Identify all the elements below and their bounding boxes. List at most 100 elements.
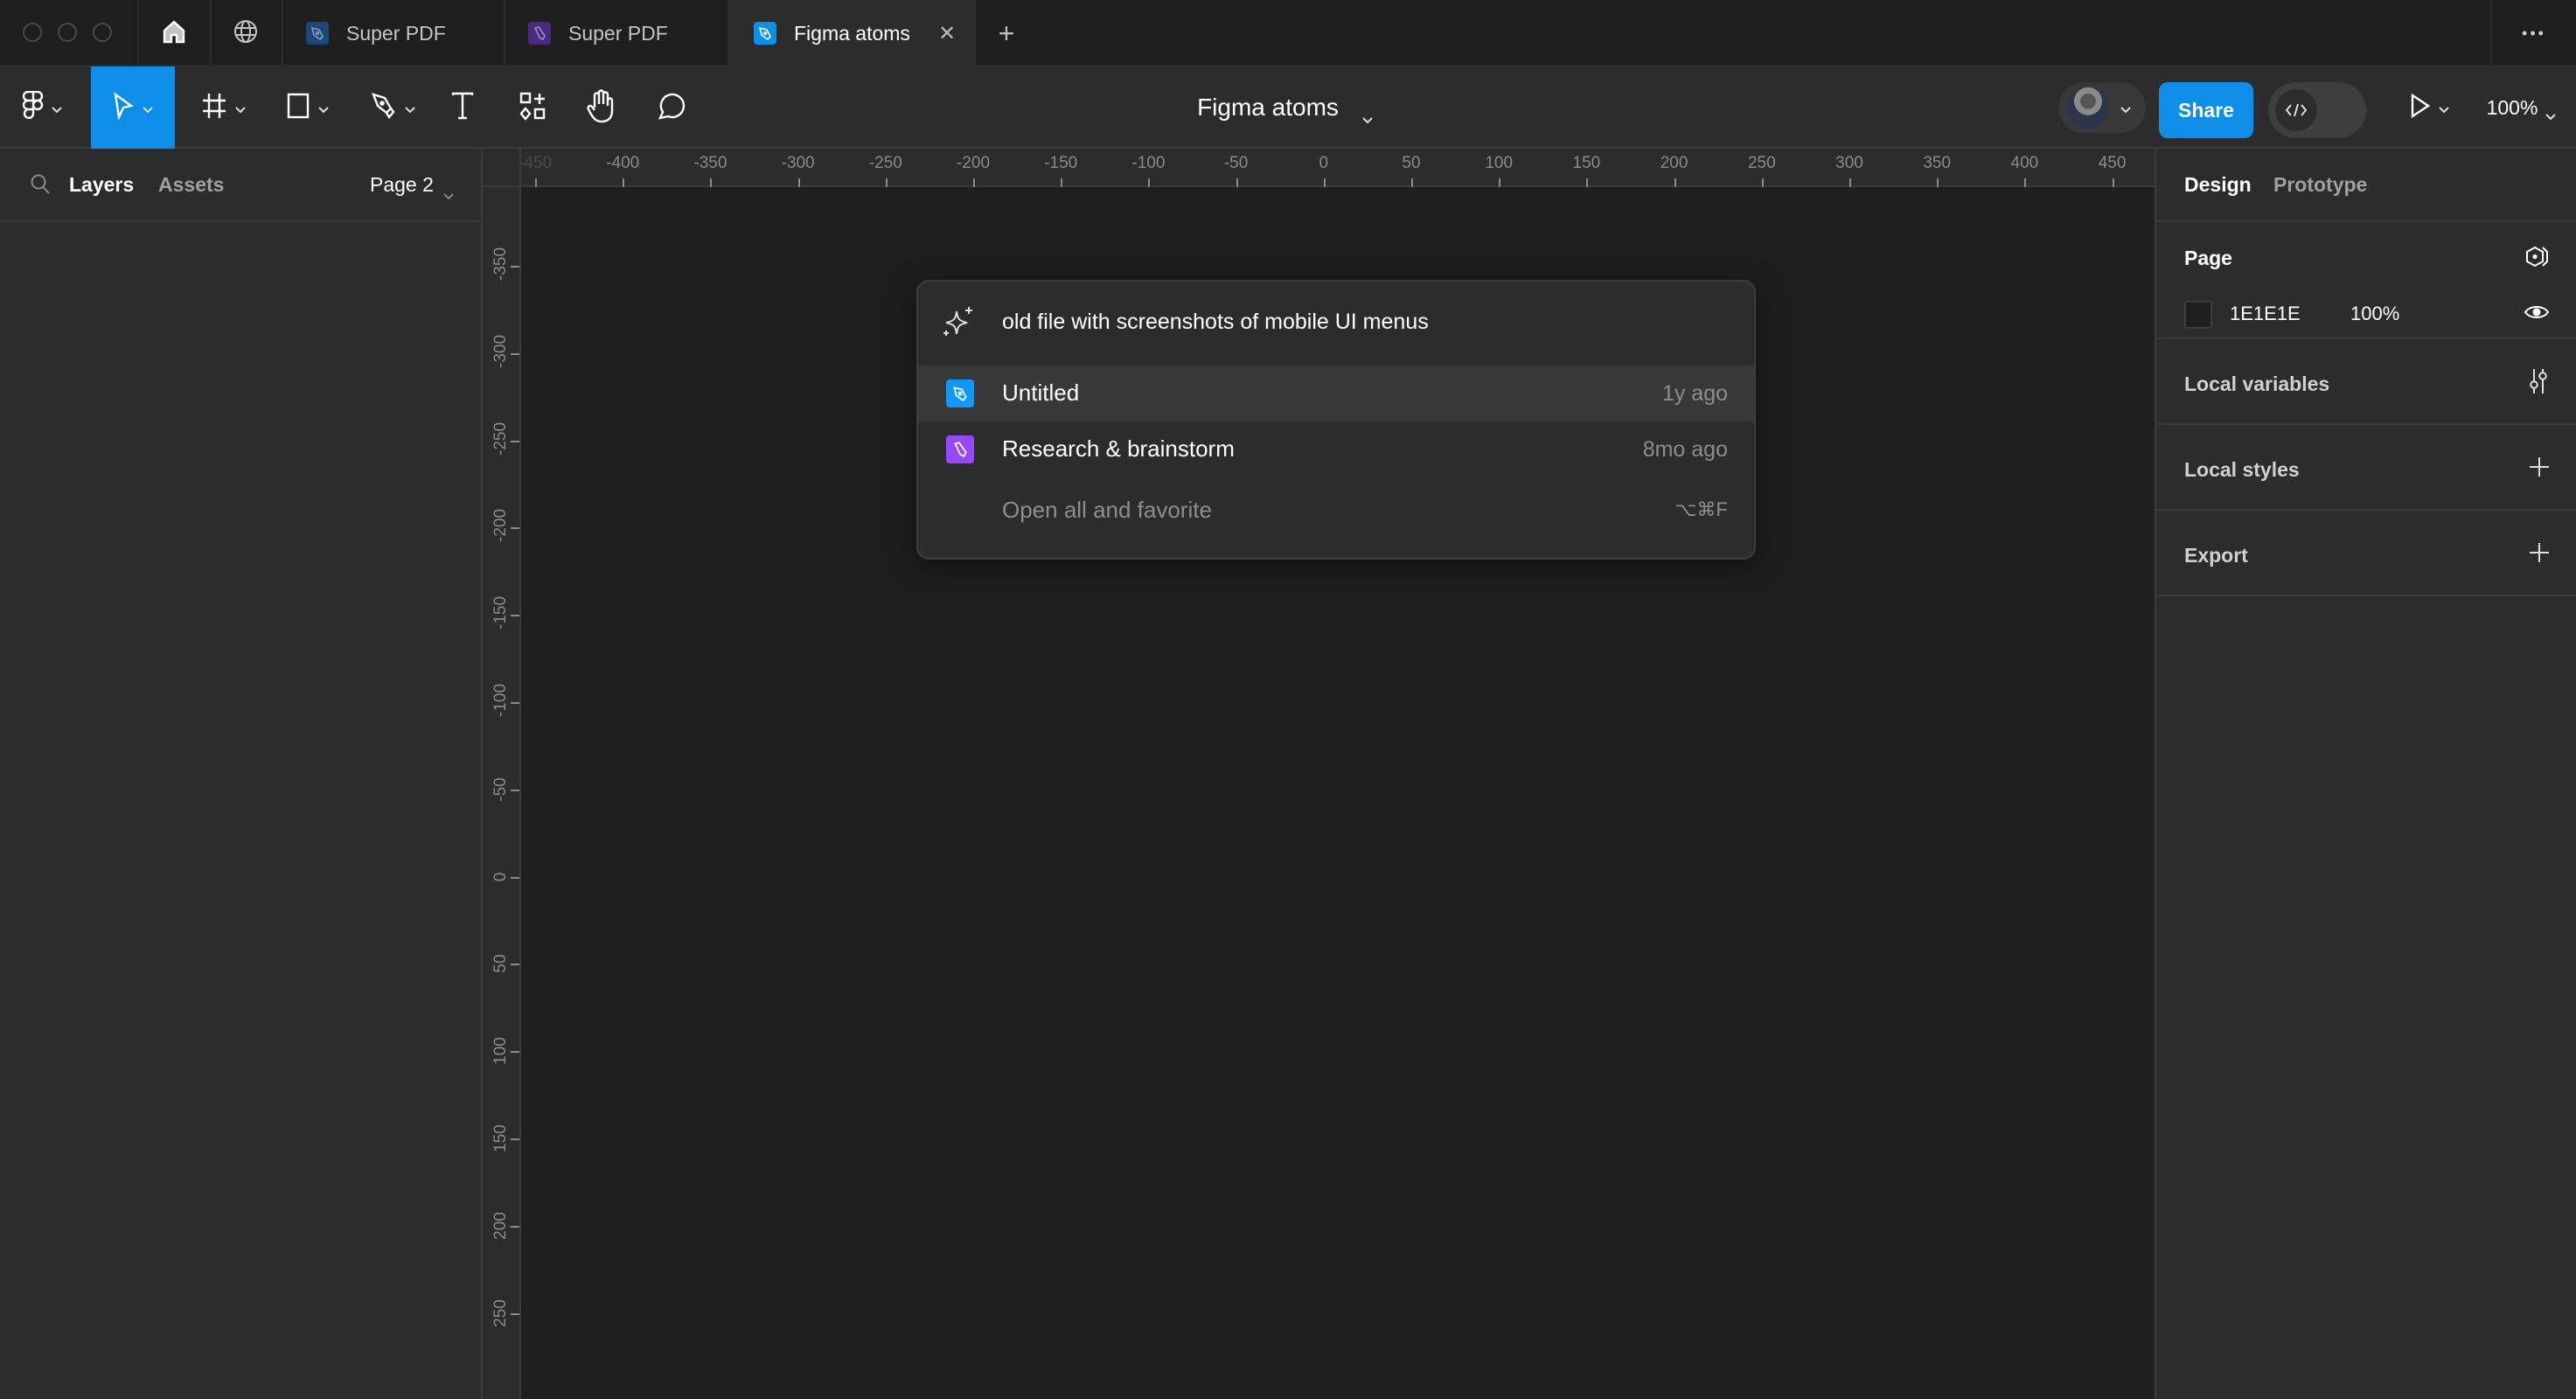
- window-maximize-button[interactable]: [93, 23, 112, 42]
- ruler-tick: [511, 352, 519, 355]
- ruler-tick: [511, 440, 519, 442]
- page-selector[interactable]: Page 2: [370, 173, 455, 199]
- search-result-untitled[interactable]: Untitled 1y ago: [918, 365, 1754, 421]
- ruler-tick: [511, 1138, 519, 1140]
- tab-prototype[interactable]: Prototype: [2273, 173, 2367, 197]
- tab-super-pdf-1[interactable]: Super PDF: [283, 0, 504, 66]
- ruler-tick: [1236, 178, 1238, 187]
- ruler-tick-label: -250: [868, 154, 902, 172]
- resources-button[interactable]: [511, 66, 554, 149]
- zoom-level: 100%: [2486, 95, 2538, 119]
- ruler-tick-label: -300: [781, 154, 815, 172]
- rectangle-icon: [286, 92, 310, 124]
- ruler-tick: [885, 178, 888, 187]
- toolbar: Figma atoms Share 100%: [0, 66, 2576, 149]
- figma-logo-icon: [22, 90, 44, 125]
- text-tool-button[interactable]: [441, 66, 484, 149]
- text-icon: [450, 91, 475, 125]
- move-tool-button[interactable]: [91, 66, 175, 149]
- avatar: [2067, 87, 2109, 129]
- variables-icon[interactable]: [2527, 367, 2550, 400]
- ruler-tick: [511, 1051, 519, 1054]
- chevron-down-icon: [2438, 103, 2450, 114]
- page-settings-icon[interactable]: [2524, 245, 2550, 274]
- hand-tool-button[interactable]: [577, 66, 624, 149]
- horizontal-ruler: -450 -400 -350 -300 -250 -200 -150 -100 -50 0 50 10…: [483, 149, 2155, 187]
- search-result-research-brainstorm[interactable]: Research & brainstorm 8mo ago: [918, 421, 1754, 477]
- page-selector-label: Page 2: [370, 173, 434, 196]
- pen-icon: [371, 92, 397, 124]
- play-icon: [2410, 93, 2431, 123]
- result-title: Untitled: [1002, 379, 1080, 406]
- page-section-title: Page: [2184, 247, 2232, 269]
- figjam-file-icon: [528, 22, 551, 45]
- action-label: Open all and favorite: [1002, 497, 1212, 523]
- ruler-tick: [511, 1225, 519, 1228]
- chevron-down-icon: [234, 103, 247, 114]
- ruler-tick: [1323, 178, 1326, 187]
- zoom-menu[interactable]: 100%: [2478, 66, 2566, 149]
- frame-tool-button[interactable]: [189, 66, 259, 149]
- plus-icon[interactable]: [2529, 542, 2550, 567]
- more-options-button[interactable]: •••: [2492, 0, 2576, 66]
- ruler-tick-label: 50: [1402, 154, 1421, 172]
- ruler-tick-label: -350: [491, 247, 510, 281]
- ruler-tick-label: 100: [1485, 154, 1514, 172]
- ruler-tick: [1411, 178, 1413, 187]
- tab-design[interactable]: Design: [2184, 173, 2252, 197]
- ruler-tick-label: 50: [491, 954, 510, 973]
- eye-icon[interactable]: [2524, 303, 2550, 326]
- chevron-down-icon: [2545, 103, 2557, 121]
- ruler-tick: [511, 1312, 519, 1315]
- background-hex-input[interactable]: 1E1E1E: [2230, 303, 2301, 325]
- search-query-text[interactable]: old file with screenshots of mobile UI m…: [1002, 310, 1429, 335]
- share-button[interactable]: Share: [2159, 82, 2253, 138]
- ruler-tick-label: 250: [1747, 154, 1776, 172]
- ruler-tick-label: -300: [491, 334, 510, 368]
- plus-icon: +: [998, 17, 1015, 49]
- dev-mode-toggle[interactable]: [2268, 82, 2366, 138]
- ruler-tick-label: -200: [956, 154, 991, 172]
- ruler-corner: [483, 149, 521, 187]
- community-button[interactable]: [212, 0, 280, 66]
- close-tab-icon[interactable]: ✕: [938, 21, 956, 46]
- main-menu-button[interactable]: [12, 66, 73, 149]
- background-color-swatch[interactable]: [2184, 301, 2212, 329]
- ruler-tick: [623, 178, 625, 187]
- ruler-tick-label: 150: [491, 1124, 510, 1152]
- window-minimize-button[interactable]: [58, 23, 77, 42]
- ruler-tick-label: 200: [1660, 154, 1688, 172]
- ruler-tick: [973, 178, 975, 187]
- tab-super-pdf-2[interactable]: Super PDF: [505, 0, 728, 66]
- ruler-tick-label: 250: [491, 1298, 510, 1327]
- chevron-down-icon: [317, 103, 330, 114]
- ruler-tick: [797, 178, 800, 187]
- ruler-tick-label: 100: [491, 1037, 510, 1066]
- chevron-down-icon: [1361, 103, 1374, 124]
- tab-assets[interactable]: Assets: [158, 173, 224, 197]
- comment-tool-button[interactable]: [649, 66, 693, 149]
- file-name-menu[interactable]: Figma atoms: [1172, 66, 1399, 149]
- background-opacity-input[interactable]: 100%: [2350, 303, 2399, 325]
- hand-icon: [586, 88, 616, 128]
- pen-tool-button[interactable]: [357, 66, 430, 149]
- ruler-tick-label: 0: [1319, 154, 1329, 172]
- multiplayer-avatar-menu[interactable]: [2058, 82, 2146, 133]
- search-query-row[interactable]: old file with screenshots of mobile UI m…: [918, 282, 1754, 365]
- window-close-button[interactable]: [23, 23, 42, 42]
- open-all-favorite-action[interactable]: Open all and favorite ⌥⌘F: [918, 477, 1754, 540]
- search-icon[interactable]: [30, 173, 51, 200]
- new-tab-button[interactable]: +: [976, 0, 1037, 66]
- tab-label: Super PDF: [568, 21, 668, 45]
- ruler-tick-label: -200: [491, 509, 510, 543]
- present-button[interactable]: [2399, 66, 2461, 149]
- ruler-tick-label: -150: [491, 596, 510, 630]
- tab-layers[interactable]: Layers: [69, 173, 134, 197]
- ruler-tick-label: -100: [491, 683, 510, 717]
- shape-tool-button[interactable]: [273, 66, 343, 149]
- home-button[interactable]: [140, 0, 208, 66]
- plus-icon[interactable]: [2529, 456, 2550, 482]
- ruler-tick-label: -50: [491, 777, 510, 802]
- tab-figma-atoms[interactable]: Figma atoms ✕: [729, 0, 974, 66]
- local-variables-title: Local variables: [2184, 372, 2330, 395]
